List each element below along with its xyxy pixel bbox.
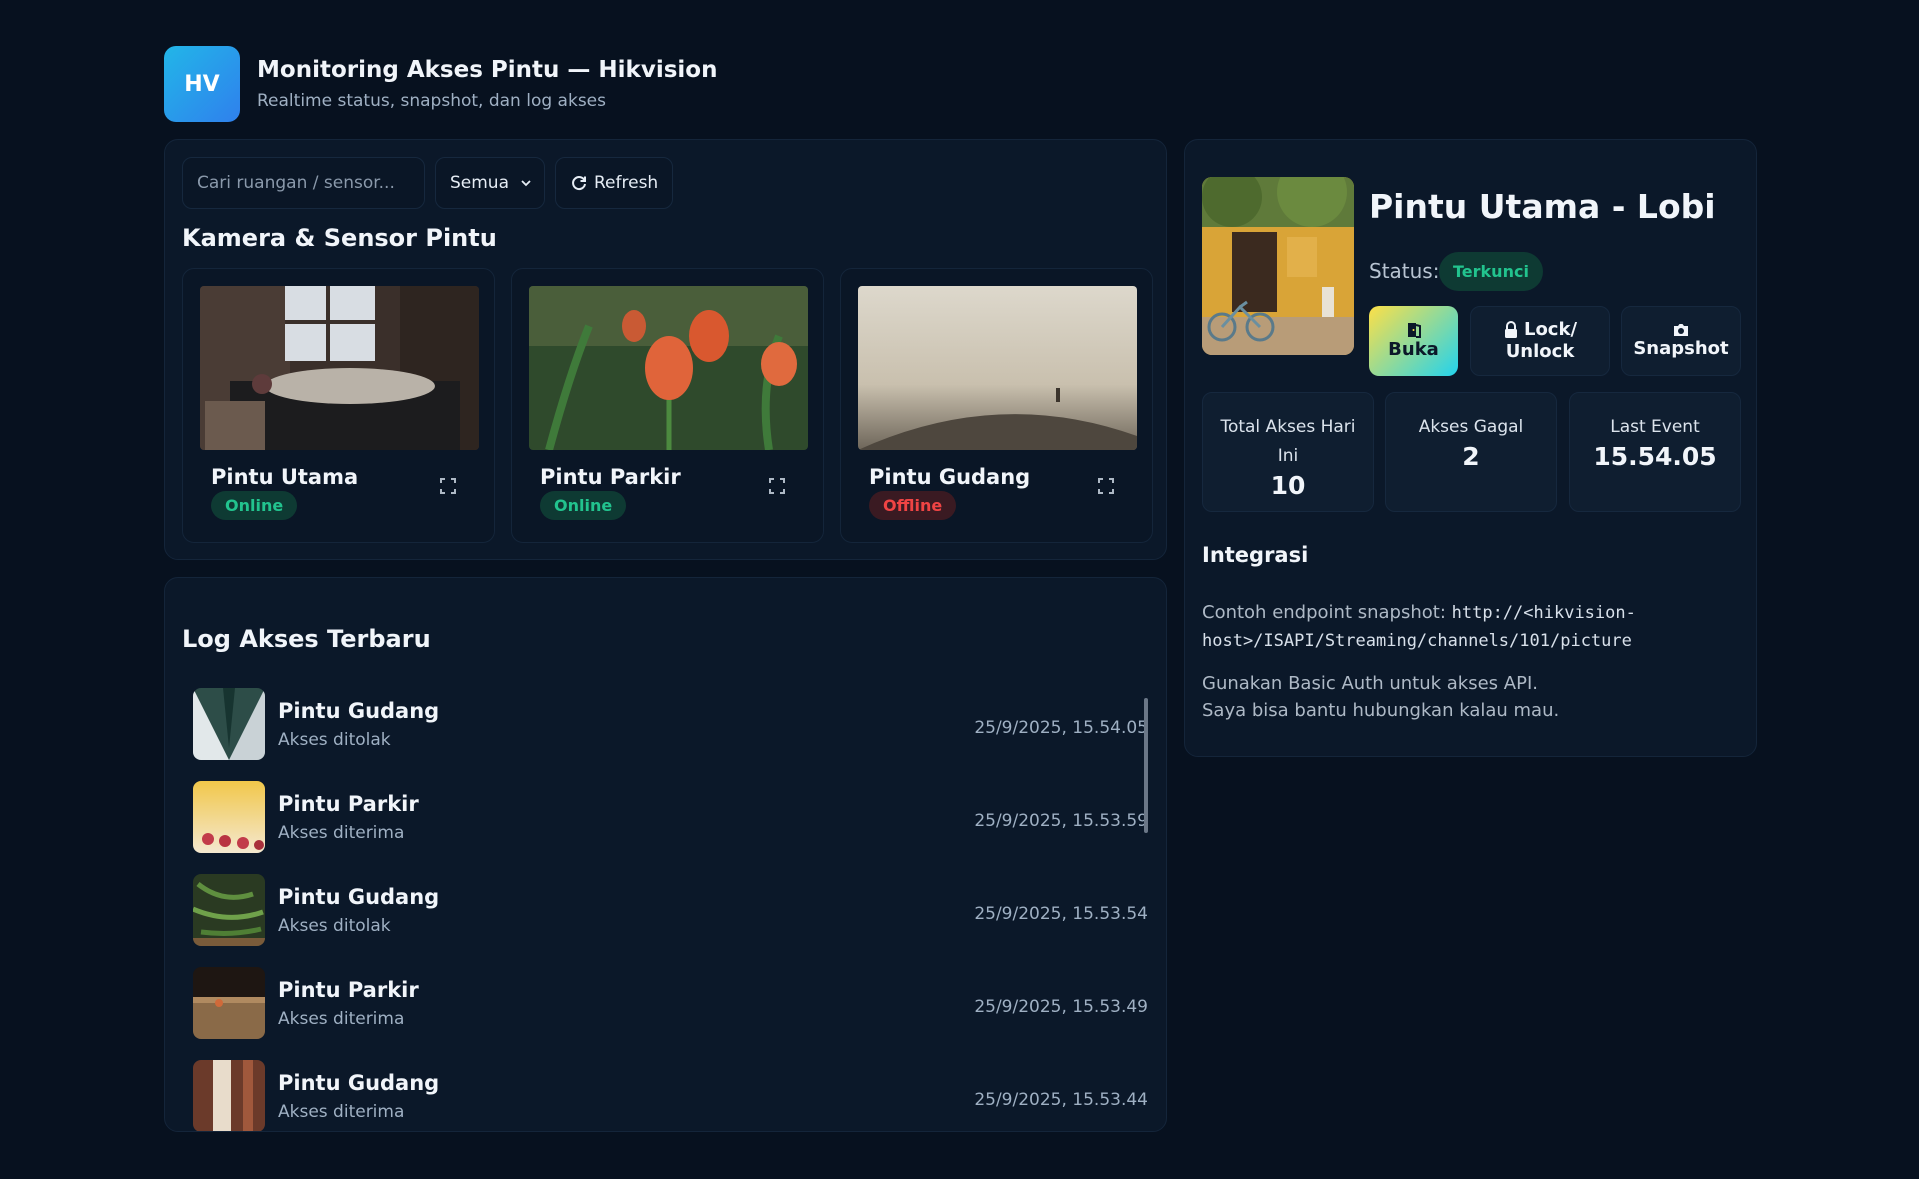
log-section-title: Log Akses Terbaru bbox=[182, 625, 431, 653]
integration-note-line2: Saya bisa bantu hubungkan kalau mau. bbox=[1202, 700, 1560, 721]
expand-icon[interactable] bbox=[439, 477, 457, 495]
integration-endpoint: Contoh endpoint snapshot: http://<hikvis… bbox=[1202, 599, 1732, 655]
detail-panel: Pintu Utama - Lobi Status: Terkunci Buka… bbox=[1184, 139, 1757, 757]
log-item[interactable]: Pintu Gudang Akses ditolak 25/9/2025, 15… bbox=[193, 688, 1148, 781]
stat-total-label: Total Akses Hari Ini bbox=[1220, 417, 1356, 466]
stat-failed-value: 2 bbox=[1462, 442, 1480, 471]
filter-select[interactable]: Semua bbox=[435, 157, 545, 209]
log-status: Akses ditolak bbox=[278, 916, 391, 936]
status-badge: Online bbox=[211, 491, 298, 520]
lock-unlock-label-line1: Lock/ bbox=[1523, 319, 1578, 340]
refresh-icon bbox=[572, 176, 586, 191]
log-timestamp: 25/9/2025, 15.53.54 bbox=[974, 904, 1148, 924]
app-logo: HV bbox=[164, 46, 240, 122]
cameras-section-title: Kamera & Sensor Pintu bbox=[182, 224, 497, 252]
log-door-name: Pintu Gudang bbox=[278, 699, 440, 723]
integration-note: Gunakan Basic Auth untuk akses API. Saya… bbox=[1202, 670, 1559, 724]
stat-total-value: 10 bbox=[1270, 471, 1306, 500]
log-thumbnail bbox=[193, 688, 265, 760]
camera-feed-image bbox=[200, 286, 479, 450]
camera-name: Pintu Utama bbox=[211, 465, 359, 489]
log-panel: Log Akses Terbaru Pintu Gudang Akses dit… bbox=[164, 577, 1167, 1132]
lock-unlock-button[interactable]: Lock/ Unlock bbox=[1470, 306, 1610, 376]
log-timestamp: 25/9/2025, 15.53.44 bbox=[974, 1090, 1148, 1110]
camera-panel: Semua Refresh Kamera & Sensor Pintu bbox=[164, 139, 1167, 560]
stat-last-value: 15.54.05 bbox=[1593, 442, 1717, 471]
log-item[interactable]: Pintu Parkir Akses diterima 25/9/2025, 1… bbox=[193, 967, 1148, 1060]
integration-note-line1: Gunakan Basic Auth untuk akses API. bbox=[1202, 673, 1538, 694]
log-timestamp: 25/9/2025, 15.53.59 bbox=[974, 811, 1148, 831]
log-item[interactable]: Pintu Gudang Akses ditolak 25/9/2025, 15… bbox=[193, 874, 1148, 967]
app-header: HV Monitoring Akses Pintu — Hikvision Re… bbox=[164, 46, 717, 122]
log-thumbnail bbox=[193, 967, 265, 1039]
door-title: Pintu Utama - Lobi bbox=[1369, 187, 1716, 226]
log-item[interactable]: Pintu Gudang Akses diterima 25/9/2025, 1… bbox=[193, 1060, 1148, 1131]
camera-feed-image bbox=[529, 286, 808, 450]
status-badge: Offline bbox=[869, 491, 957, 520]
search-input[interactable] bbox=[182, 157, 425, 209]
app-title: Monitoring Akses Pintu — Hikvision bbox=[257, 57, 718, 83]
camera-name: Pintu Gudang bbox=[869, 465, 1031, 489]
chevron-down-icon bbox=[521, 180, 531, 187]
log-door-name: Pintu Gudang bbox=[278, 885, 440, 909]
snapshot-label: Snapshot bbox=[1633, 338, 1729, 359]
stat-total-access: Total Akses Hari Ini 10 bbox=[1202, 392, 1374, 512]
endpoint-prefix: Contoh endpoint snapshot: bbox=[1202, 602, 1446, 623]
camera-icon bbox=[1674, 324, 1688, 336]
log-status: Akses diterima bbox=[278, 823, 405, 843]
open-door-label: Buka bbox=[1388, 339, 1439, 360]
refresh-label: Refresh bbox=[594, 173, 659, 193]
lock-unlock-label-line2: Unlock bbox=[1505, 341, 1575, 362]
lock-status-badge: Terkunci bbox=[1439, 252, 1543, 291]
log-door-name: Pintu Parkir bbox=[278, 978, 419, 1002]
camera-card[interactable]: Pintu Utama Online bbox=[182, 268, 495, 543]
status-label: Status: bbox=[1369, 259, 1440, 283]
log-timestamp: 25/9/2025, 15.54.05 bbox=[974, 718, 1148, 738]
log-list[interactable]: Pintu Gudang Akses ditolak 25/9/2025, 15… bbox=[193, 688, 1148, 1131]
door-snapshot-image bbox=[1202, 177, 1354, 355]
open-door-button[interactable]: Buka bbox=[1369, 306, 1458, 376]
toolbar: Semua Refresh bbox=[182, 157, 674, 209]
status-badge: Online bbox=[540, 491, 627, 520]
refresh-button[interactable]: Refresh bbox=[555, 157, 674, 209]
log-door-name: Pintu Parkir bbox=[278, 792, 419, 816]
log-timestamp: 25/9/2025, 15.53.49 bbox=[974, 997, 1148, 1017]
log-status: Akses diterima bbox=[278, 1102, 405, 1122]
expand-icon[interactable] bbox=[768, 477, 786, 495]
camera-card[interactable]: Pintu Parkir Online bbox=[511, 268, 824, 543]
stat-failed-label: Akses Gagal bbox=[1418, 417, 1524, 437]
app-subtitle: Realtime status, snapshot, dan log akses bbox=[257, 91, 606, 111]
log-scrollbar[interactable] bbox=[1144, 698, 1148, 833]
stat-failed-access: Akses Gagal 2 bbox=[1385, 392, 1557, 512]
camera-card[interactable]: Pintu Gudang Offline bbox=[840, 268, 1153, 543]
log-thumbnail bbox=[193, 1060, 265, 1131]
camera-name: Pintu Parkir bbox=[540, 465, 681, 489]
log-thumbnail bbox=[193, 781, 265, 853]
expand-icon[interactable] bbox=[1097, 477, 1115, 495]
stat-last-event: Last Event 15.54.05 bbox=[1569, 392, 1741, 512]
camera-feed-image bbox=[858, 286, 1137, 450]
log-thumbnail bbox=[193, 874, 265, 946]
integration-title: Integrasi bbox=[1202, 543, 1309, 567]
stat-last-label: Last Event bbox=[1610, 417, 1700, 437]
filter-select-value: Semua bbox=[450, 173, 510, 193]
lock-icon bbox=[1504, 321, 1517, 338]
snapshot-button[interactable]: Snapshot bbox=[1621, 306, 1741, 376]
log-status: Akses diterima bbox=[278, 1009, 405, 1029]
log-status: Akses ditolak bbox=[278, 730, 391, 750]
log-item[interactable]: Pintu Parkir Akses diterima 25/9/2025, 1… bbox=[193, 781, 1148, 874]
log-door-name: Pintu Gudang bbox=[278, 1071, 440, 1095]
door-icon bbox=[1407, 323, 1421, 338]
